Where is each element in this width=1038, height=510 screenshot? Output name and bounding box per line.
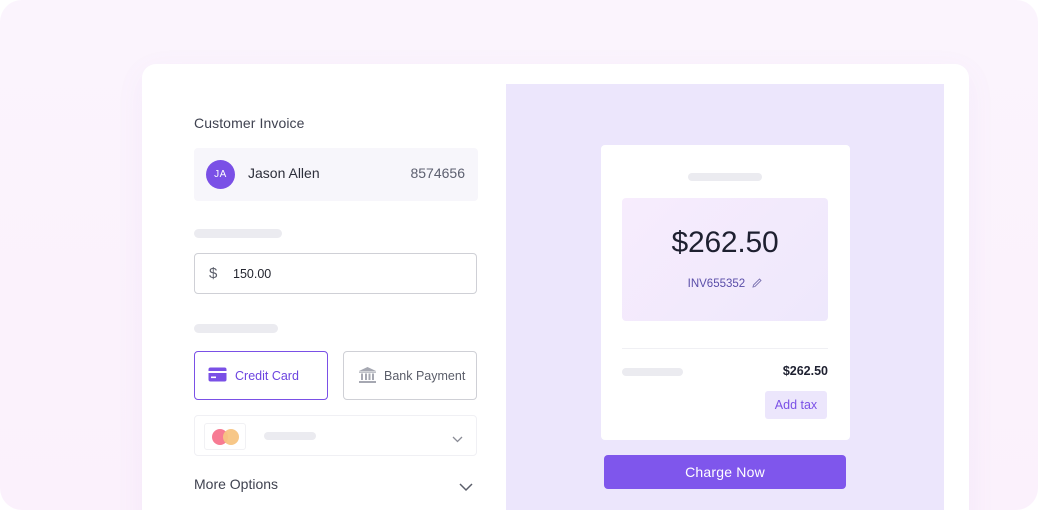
customer-row[interactable]: JA Jason Allen 8574656 (194, 148, 478, 201)
chevron-down-icon[interactable] (459, 479, 473, 497)
bank-icon (358, 366, 377, 389)
total-amount: $262.50 (671, 226, 779, 259)
credit-card-icon (208, 367, 227, 387)
add-tax-button[interactable]: Add tax (765, 391, 827, 419)
payment-option-label: Bank Payment (384, 369, 466, 383)
dollar-icon: $ (209, 265, 218, 282)
mastercard-icon (204, 423, 246, 450)
more-options-toggle[interactable]: More Options (194, 476, 278, 492)
payment-label-placeholder (194, 324, 278, 333)
invoice-number: INV655352 (687, 278, 746, 290)
total-amount-box: $262.50 INV655352 (622, 198, 828, 321)
page-title: Customer Invoice (194, 115, 305, 131)
payment-option-label: Credit Card (235, 369, 299, 383)
chevron-down-icon (452, 430, 463, 448)
amount-label-placeholder (194, 229, 282, 238)
customer-name: Jason Allen (248, 165, 320, 181)
card-select[interactable] (194, 415, 477, 456)
pencil-icon[interactable] (752, 278, 763, 288)
customer-number: 8574656 (410, 165, 465, 181)
line-total: $262.50 (782, 364, 828, 378)
avatar: JA (206, 160, 235, 189)
invoice-number-row[interactable]: INV655352 (622, 278, 828, 290)
amount-value: 150.00 (233, 267, 272, 281)
payment-option-credit-card[interactable]: Credit Card (194, 351, 328, 400)
line-label-placeholder (622, 368, 683, 376)
payment-option-bank[interactable]: Bank Payment (343, 351, 477, 400)
card-number-placeholder (264, 432, 316, 440)
amount-input[interactable]: $ 150.00 (194, 253, 477, 294)
divider (622, 348, 828, 349)
preview-header-placeholder (688, 173, 762, 181)
invoice-preview: $262.50 INV655352 $262.50 Add tax (601, 145, 850, 440)
charge-now-button[interactable]: Charge Now (604, 455, 846, 489)
